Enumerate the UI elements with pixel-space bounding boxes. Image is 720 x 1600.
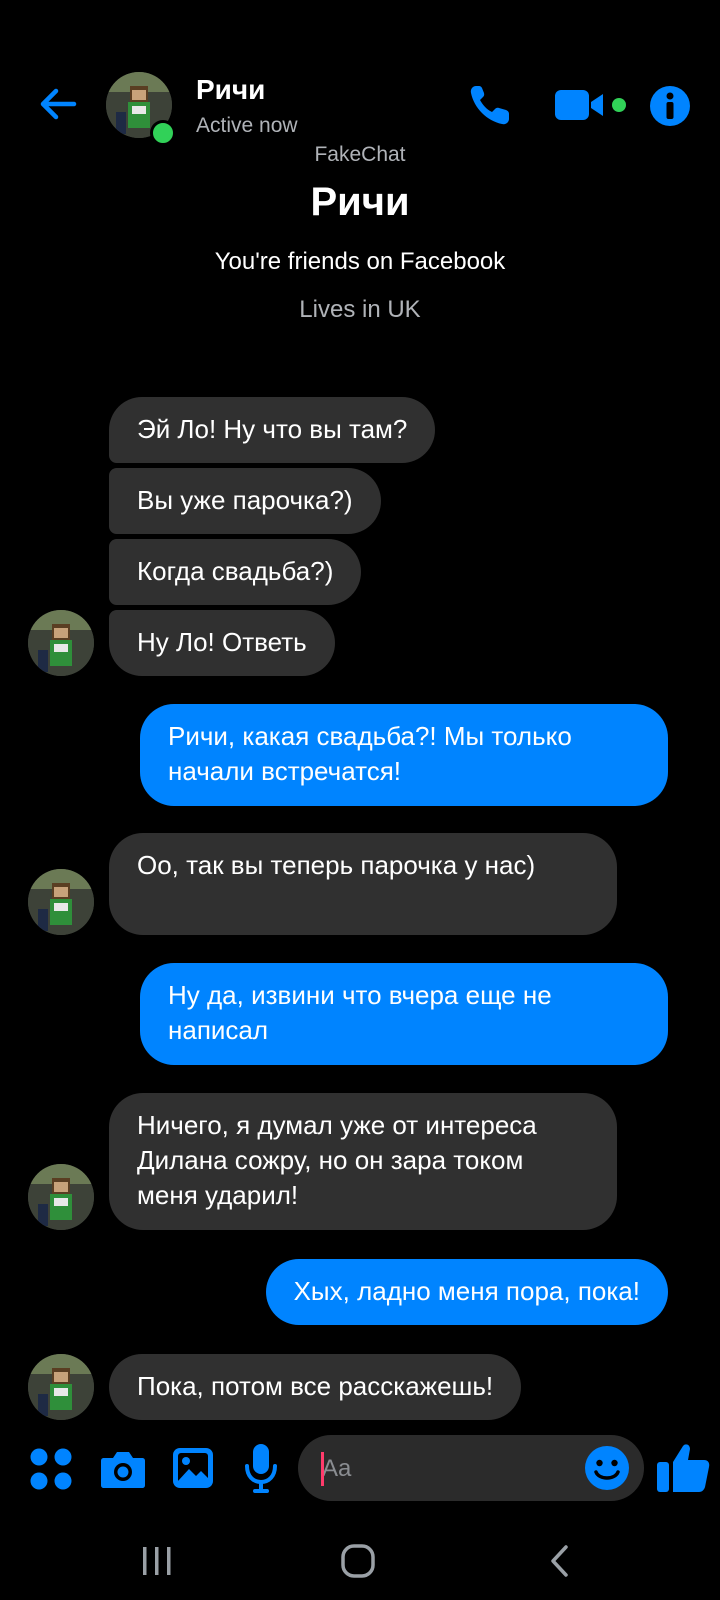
message-input-container[interactable] [298, 1435, 644, 1503]
message-bubble-incoming[interactable]: Когда свадьба?) [109, 539, 362, 605]
message-bubble-outgoing[interactable]: Хых, ладно меня пора, пока! [265, 1259, 668, 1325]
message-bubble-incoming[interactable]: Ничего, я думал уже от интереса Дилана с… [109, 1093, 617, 1230]
app-watermark: FakeChat [314, 143, 406, 166]
text-cursor [321, 1452, 324, 1486]
message-input[interactable] [320, 1435, 574, 1503]
message-bubble-incoming[interactable]: Эй Ло! Ну что вы там? [109, 397, 436, 463]
profile-name: Ричи [310, 180, 410, 224]
recent-apps-icon[interactable] [140, 1544, 174, 1578]
info-icon[interactable] [648, 84, 692, 128]
video-camera-icon[interactable] [555, 88, 629, 124]
gallery-icon[interactable] [172, 1447, 214, 1489]
emoji-icon[interactable] [584, 1445, 630, 1491]
message-bubble-incoming[interactable]: Ну Ло! Ответь [109, 610, 335, 676]
contact-avatar-small[interactable] [28, 1354, 94, 1420]
header-active-status: Active now [196, 114, 298, 137]
microphone-icon[interactable] [244, 1442, 278, 1494]
back-nav-icon[interactable] [545, 1544, 575, 1578]
camera-icon[interactable] [100, 1448, 146, 1490]
contact-avatar-small[interactable] [28, 610, 94, 676]
message-bubble-incoming[interactable]: Пока, потом все расскажешь! [109, 1354, 522, 1420]
system-navigation-bar [0, 1520, 720, 1600]
message-bubble-outgoing[interactable]: Ну да, извини что вчера еще не написал [140, 963, 668, 1065]
contact-avatar-small[interactable] [28, 1164, 94, 1230]
message-bubble-incoming[interactable]: Оо, так вы теперь парочка у нас) [109, 833, 617, 935]
back-arrow-icon[interactable] [36, 82, 80, 126]
friends-on-facebook-text: You're friends on Facebook [214, 248, 506, 275]
phone-icon[interactable] [467, 82, 513, 128]
apps-icon[interactable] [28, 1446, 74, 1492]
contact-avatar-small[interactable] [28, 869, 94, 935]
message-bubble-outgoing[interactable]: Ричи, какая свадьба?! Мы только начали в… [140, 704, 668, 806]
message-bubble-incoming[interactable]: Вы уже парочка?) [109, 468, 381, 534]
thumbs-up-icon[interactable] [655, 1440, 711, 1496]
home-icon[interactable] [340, 1543, 376, 1579]
lives-in-text: Lives in UK [299, 296, 421, 323]
header-contact-name[interactable]: Ричи [196, 74, 265, 106]
